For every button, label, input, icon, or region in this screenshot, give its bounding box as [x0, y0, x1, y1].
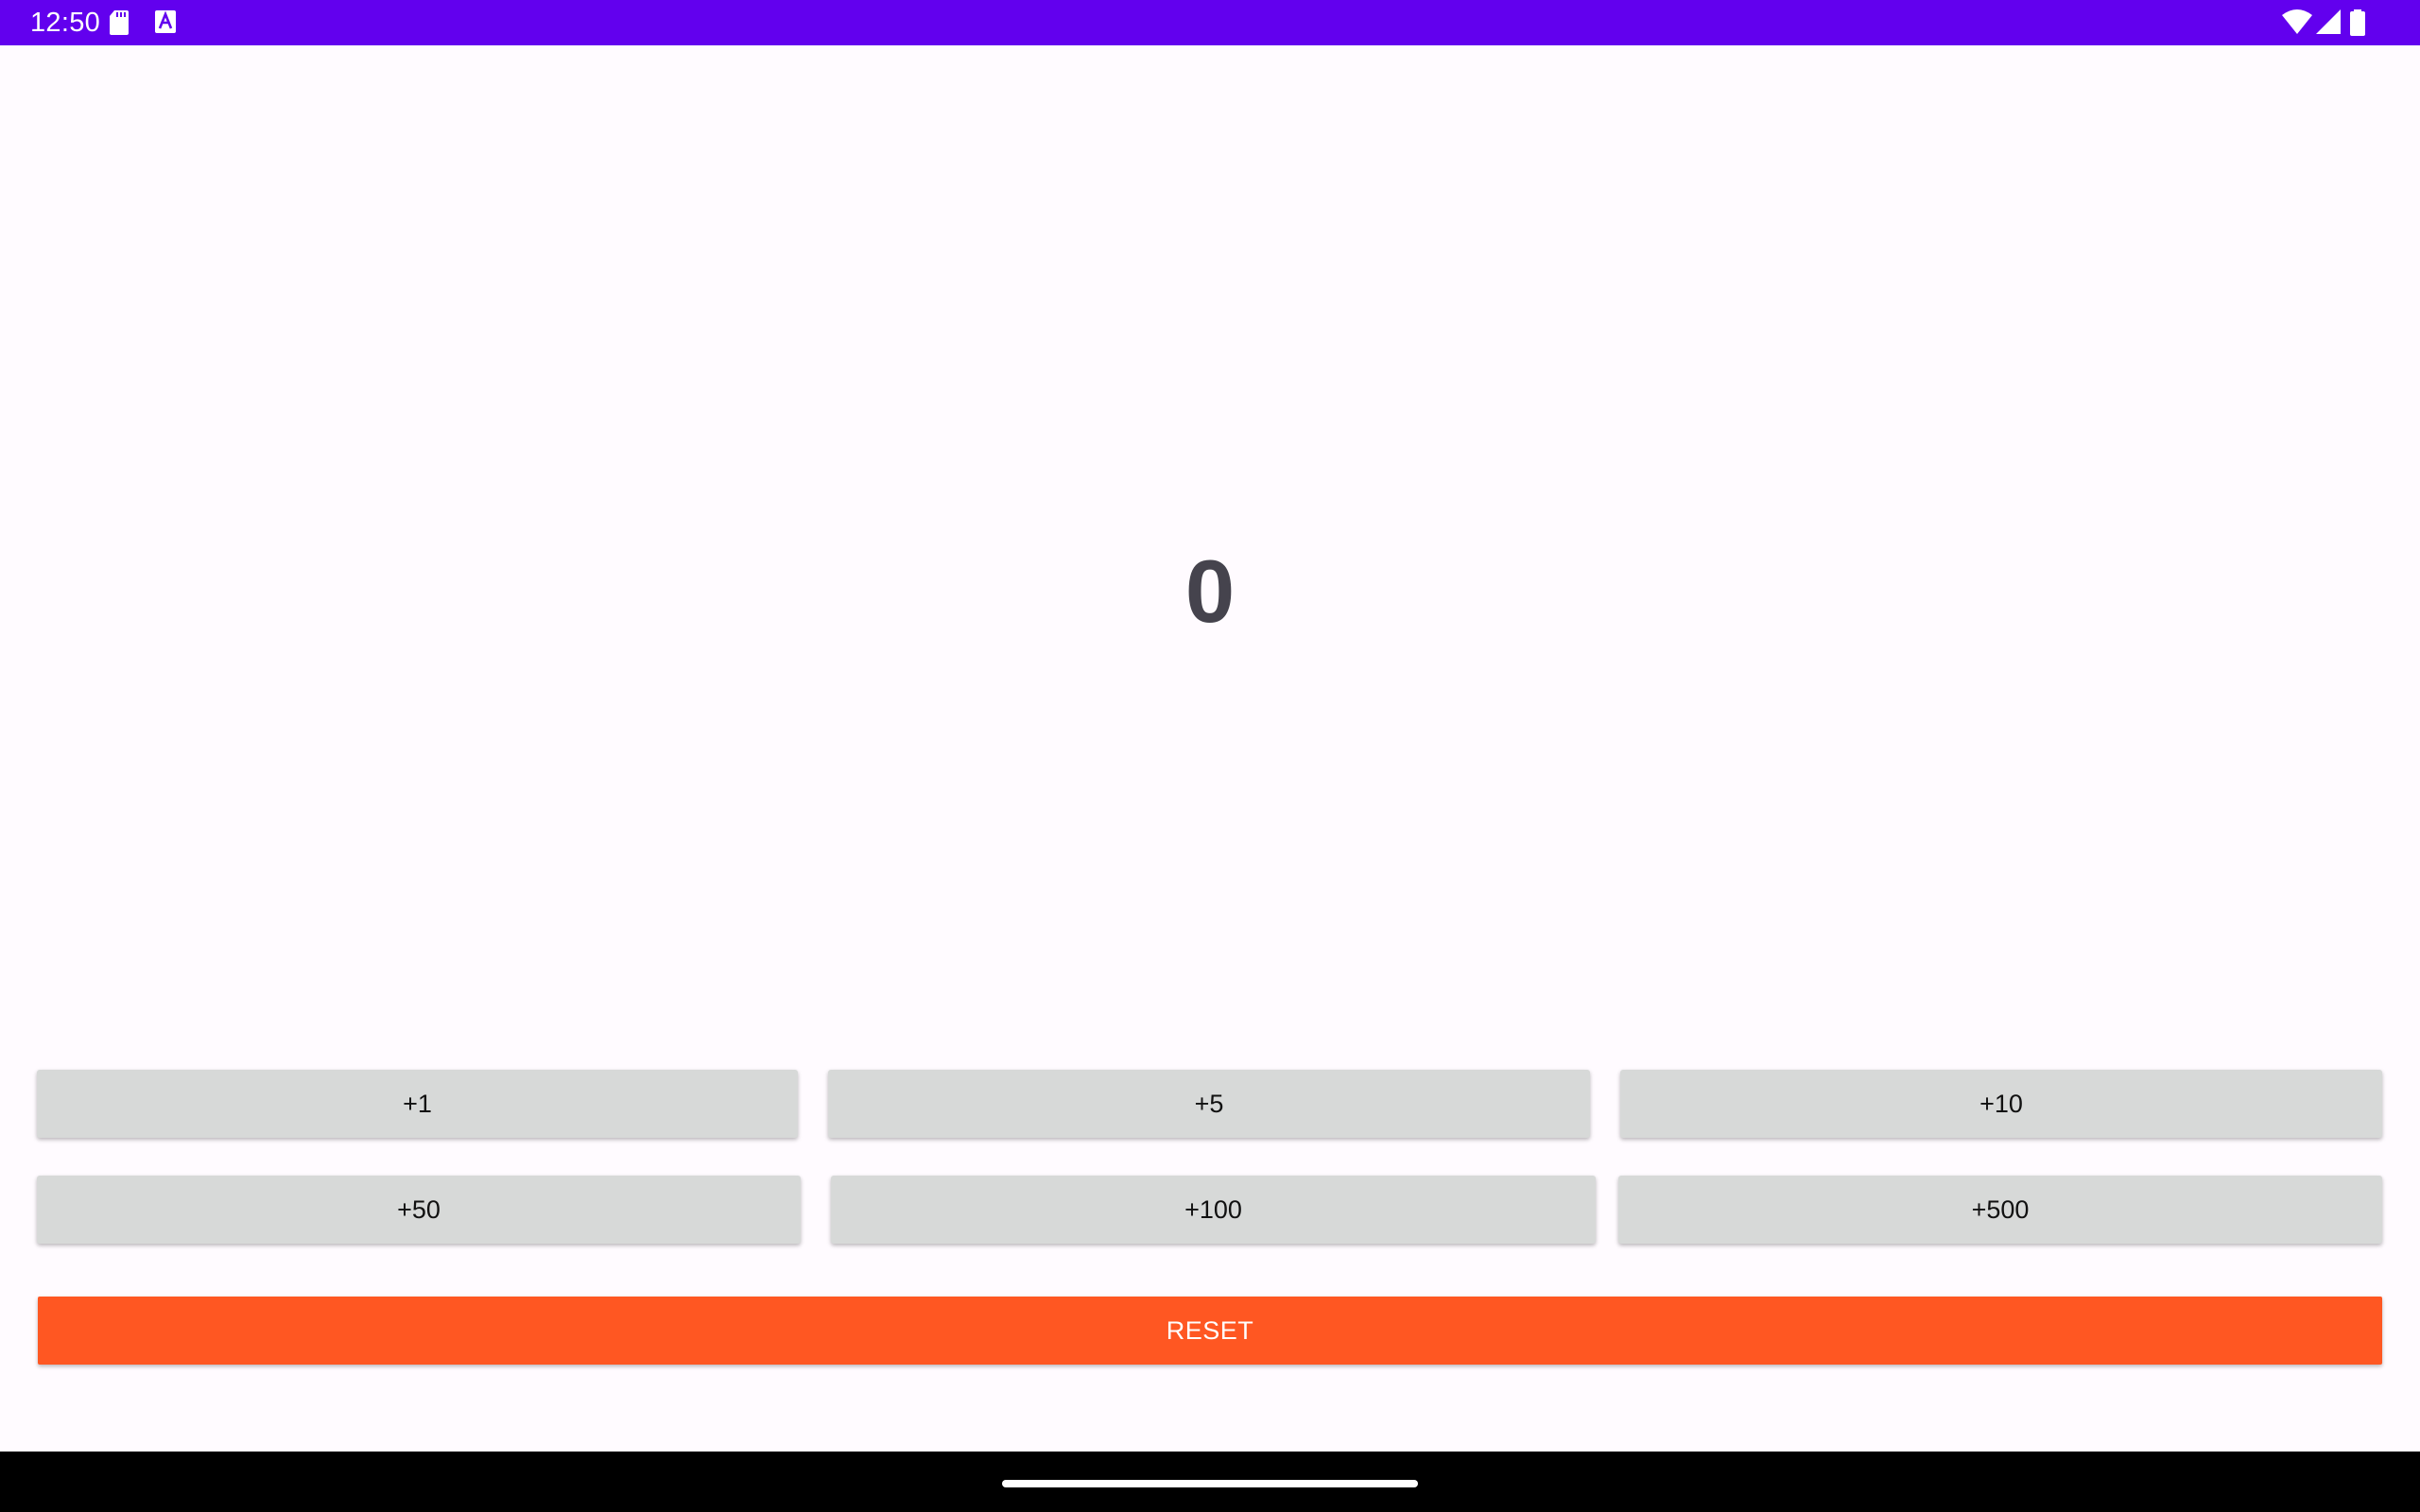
- add-5-button[interactable]: +5: [828, 1070, 1590, 1138]
- status-time: 12:50: [30, 8, 101, 38]
- add-500-button[interactable]: +500: [1618, 1176, 2382, 1244]
- counter-value: 0: [1184, 541, 1236, 641]
- home-handle[interactable]: [1002, 1480, 1418, 1487]
- reset-button[interactable]: RESET: [38, 1297, 2382, 1365]
- add-50-button[interactable]: +50: [37, 1176, 801, 1244]
- battery-icon: [2350, 9, 2365, 36]
- add-10-button[interactable]: +10: [1620, 1070, 2382, 1138]
- signal-icon: [2316, 9, 2341, 34]
- add-1-button[interactable]: +1: [37, 1070, 798, 1138]
- navigation-bar: [0, 1452, 2420, 1512]
- status-bar: 12:50: [0, 0, 2420, 45]
- sd-card-icon: [110, 10, 129, 35]
- add-100-button[interactable]: +100: [831, 1176, 1596, 1244]
- wifi-icon: [2282, 9, 2312, 34]
- a-notification-icon: [155, 10, 176, 33]
